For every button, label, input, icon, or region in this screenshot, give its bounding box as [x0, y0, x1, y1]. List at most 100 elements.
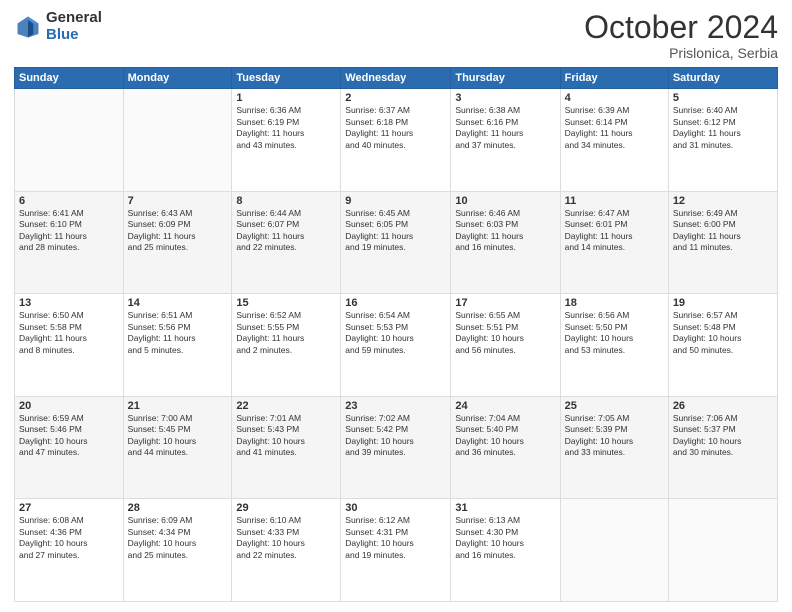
day-number: 10 [455, 195, 555, 207]
calendar-cell: 28Sunrise: 6:09 AM Sunset: 4:34 PM Dayli… [123, 499, 232, 602]
calendar-cell: 9Sunrise: 6:45 AM Sunset: 6:05 PM Daylig… [341, 191, 451, 294]
day-number: 9 [345, 195, 446, 207]
calendar-cell: 25Sunrise: 7:05 AM Sunset: 5:39 PM Dayli… [560, 396, 668, 499]
day-number: 24 [455, 400, 555, 412]
day-number: 28 [128, 502, 228, 514]
day-info: Sunrise: 6:55 AM Sunset: 5:51 PM Dayligh… [455, 310, 555, 356]
day-info: Sunrise: 7:05 AM Sunset: 5:39 PM Dayligh… [565, 413, 664, 459]
weekday-header-friday: Friday [560, 68, 668, 89]
day-number: 26 [673, 400, 773, 412]
day-number: 17 [455, 297, 555, 309]
calendar-cell: 18Sunrise: 6:56 AM Sunset: 5:50 PM Dayli… [560, 294, 668, 397]
day-info: Sunrise: 6:59 AM Sunset: 5:46 PM Dayligh… [19, 413, 119, 459]
calendar-cell: 19Sunrise: 6:57 AM Sunset: 5:48 PM Dayli… [668, 294, 777, 397]
calendar-cell: 10Sunrise: 6:46 AM Sunset: 6:03 PM Dayli… [451, 191, 560, 294]
logo-blue-text: Blue [46, 27, 102, 44]
day-number: 27 [19, 502, 119, 514]
weekday-header-row: SundayMondayTuesdayWednesdayThursdayFrid… [15, 68, 778, 89]
day-number: 18 [565, 297, 664, 309]
day-info: Sunrise: 7:00 AM Sunset: 5:45 PM Dayligh… [128, 413, 228, 459]
day-number: 31 [455, 502, 555, 514]
calendar-cell: 6Sunrise: 6:41 AM Sunset: 6:10 PM Daylig… [15, 191, 124, 294]
day-number: 30 [345, 502, 446, 514]
day-info: Sunrise: 6:43 AM Sunset: 6:09 PM Dayligh… [128, 208, 228, 254]
location: Prislonica, Serbia [584, 45, 778, 61]
day-info: Sunrise: 6:38 AM Sunset: 6:16 PM Dayligh… [455, 105, 555, 151]
calendar-cell: 4Sunrise: 6:39 AM Sunset: 6:14 PM Daylig… [560, 89, 668, 192]
logo-general-text: General [46, 10, 102, 27]
day-number: 13 [19, 297, 119, 309]
calendar-cell: 2Sunrise: 6:37 AM Sunset: 6:18 PM Daylig… [341, 89, 451, 192]
day-number: 6 [19, 195, 119, 207]
calendar-cell: 23Sunrise: 7:02 AM Sunset: 5:42 PM Dayli… [341, 396, 451, 499]
day-info: Sunrise: 6:40 AM Sunset: 6:12 PM Dayligh… [673, 105, 773, 151]
calendar-cell: 31Sunrise: 6:13 AM Sunset: 4:30 PM Dayli… [451, 499, 560, 602]
calendar-cell: 14Sunrise: 6:51 AM Sunset: 5:56 PM Dayli… [123, 294, 232, 397]
weekday-header-sunday: Sunday [15, 68, 124, 89]
day-info: Sunrise: 7:02 AM Sunset: 5:42 PM Dayligh… [345, 413, 446, 459]
calendar-cell: 26Sunrise: 7:06 AM Sunset: 5:37 PM Dayli… [668, 396, 777, 499]
title-block: October 2024 Prislonica, Serbia [584, 10, 778, 61]
day-info: Sunrise: 6:41 AM Sunset: 6:10 PM Dayligh… [19, 208, 119, 254]
day-number: 23 [345, 400, 446, 412]
day-info: Sunrise: 6:36 AM Sunset: 6:19 PM Dayligh… [236, 105, 336, 151]
calendar-cell: 11Sunrise: 6:47 AM Sunset: 6:01 PM Dayli… [560, 191, 668, 294]
day-number: 11 [565, 195, 664, 207]
calendar-week-5: 27Sunrise: 6:08 AM Sunset: 4:36 PM Dayli… [15, 499, 778, 602]
day-number: 16 [345, 297, 446, 309]
calendar-cell: 7Sunrise: 6:43 AM Sunset: 6:09 PM Daylig… [123, 191, 232, 294]
page: General Blue October 2024 Prislonica, Se… [0, 0, 792, 612]
day-number: 12 [673, 195, 773, 207]
calendar-cell: 3Sunrise: 6:38 AM Sunset: 6:16 PM Daylig… [451, 89, 560, 192]
day-number: 19 [673, 297, 773, 309]
weekday-header-thursday: Thursday [451, 68, 560, 89]
logo: General Blue [14, 10, 102, 43]
weekday-header-tuesday: Tuesday [232, 68, 341, 89]
month-title: October 2024 [584, 10, 778, 45]
day-number: 29 [236, 502, 336, 514]
day-info: Sunrise: 6:09 AM Sunset: 4:34 PM Dayligh… [128, 515, 228, 561]
day-info: Sunrise: 6:56 AM Sunset: 5:50 PM Dayligh… [565, 310, 664, 356]
day-info: Sunrise: 6:46 AM Sunset: 6:03 PM Dayligh… [455, 208, 555, 254]
day-info: Sunrise: 6:45 AM Sunset: 6:05 PM Dayligh… [345, 208, 446, 254]
weekday-header-wednesday: Wednesday [341, 68, 451, 89]
day-info: Sunrise: 7:06 AM Sunset: 5:37 PM Dayligh… [673, 413, 773, 459]
calendar-cell: 21Sunrise: 7:00 AM Sunset: 5:45 PM Dayli… [123, 396, 232, 499]
calendar-cell: 1Sunrise: 6:36 AM Sunset: 6:19 PM Daylig… [232, 89, 341, 192]
calendar-cell: 17Sunrise: 6:55 AM Sunset: 5:51 PM Dayli… [451, 294, 560, 397]
day-number: 5 [673, 92, 773, 104]
day-number: 2 [345, 92, 446, 104]
calendar-cell: 13Sunrise: 6:50 AM Sunset: 5:58 PM Dayli… [15, 294, 124, 397]
day-info: Sunrise: 6:12 AM Sunset: 4:31 PM Dayligh… [345, 515, 446, 561]
calendar-cell: 29Sunrise: 6:10 AM Sunset: 4:33 PM Dayli… [232, 499, 341, 602]
calendar-cell: 16Sunrise: 6:54 AM Sunset: 5:53 PM Dayli… [341, 294, 451, 397]
day-number: 15 [236, 297, 336, 309]
day-info: Sunrise: 6:49 AM Sunset: 6:00 PM Dayligh… [673, 208, 773, 254]
day-info: Sunrise: 6:51 AM Sunset: 5:56 PM Dayligh… [128, 310, 228, 356]
logo-text: General Blue [46, 10, 102, 43]
calendar-cell: 12Sunrise: 6:49 AM Sunset: 6:00 PM Dayli… [668, 191, 777, 294]
calendar-week-1: 1Sunrise: 6:36 AM Sunset: 6:19 PM Daylig… [15, 89, 778, 192]
day-number: 4 [565, 92, 664, 104]
header: General Blue October 2024 Prislonica, Se… [14, 10, 778, 61]
calendar-cell: 8Sunrise: 6:44 AM Sunset: 6:07 PM Daylig… [232, 191, 341, 294]
calendar-cell: 20Sunrise: 6:59 AM Sunset: 5:46 PM Dayli… [15, 396, 124, 499]
weekday-header-monday: Monday [123, 68, 232, 89]
calendar-cell [123, 89, 232, 192]
calendar-cell: 5Sunrise: 6:40 AM Sunset: 6:12 PM Daylig… [668, 89, 777, 192]
calendar-week-3: 13Sunrise: 6:50 AM Sunset: 5:58 PM Dayli… [15, 294, 778, 397]
calendar-cell [668, 499, 777, 602]
calendar-cell: 22Sunrise: 7:01 AM Sunset: 5:43 PM Dayli… [232, 396, 341, 499]
day-number: 8 [236, 195, 336, 207]
day-info: Sunrise: 6:54 AM Sunset: 5:53 PM Dayligh… [345, 310, 446, 356]
calendar-week-4: 20Sunrise: 6:59 AM Sunset: 5:46 PM Dayli… [15, 396, 778, 499]
calendar-cell: 30Sunrise: 6:12 AM Sunset: 4:31 PM Dayli… [341, 499, 451, 602]
day-number: 1 [236, 92, 336, 104]
day-number: 22 [236, 400, 336, 412]
calendar-cell: 27Sunrise: 6:08 AM Sunset: 4:36 PM Dayli… [15, 499, 124, 602]
calendar-cell [15, 89, 124, 192]
calendar-table: SundayMondayTuesdayWednesdayThursdayFrid… [14, 67, 778, 602]
day-info: Sunrise: 7:04 AM Sunset: 5:40 PM Dayligh… [455, 413, 555, 459]
day-info: Sunrise: 6:47 AM Sunset: 6:01 PM Dayligh… [565, 208, 664, 254]
day-info: Sunrise: 6:08 AM Sunset: 4:36 PM Dayligh… [19, 515, 119, 561]
